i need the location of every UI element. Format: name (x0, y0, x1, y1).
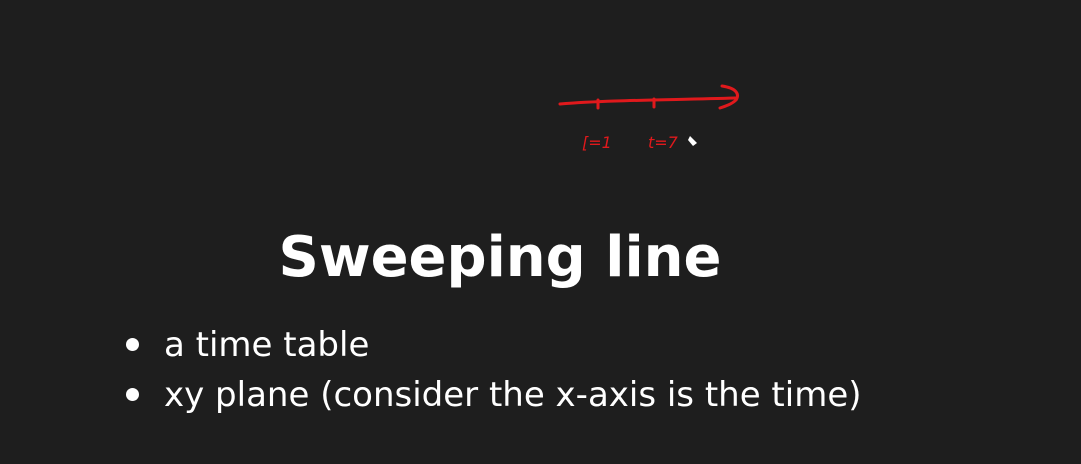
slide: [=1 t=7 Sweeping line a time table xy pl… (0, 0, 1081, 464)
timeline-label-2: t=7 (648, 133, 679, 152)
timeline-label-1: [=1 (582, 133, 612, 152)
bullet-item: xy plane (consider the x-axis is the tim… (122, 370, 862, 420)
bullet-list: a time table xy plane (consider the x-ax… (122, 320, 862, 420)
bullet-text: a time table (164, 325, 370, 365)
bullet-dot-icon (126, 388, 139, 401)
bullet-dot-icon (126, 338, 139, 351)
bullet-item: a time table (122, 320, 862, 370)
bullet-text: xy plane (consider the x-axis is the tim… (164, 375, 862, 415)
pen-cursor-icon (688, 136, 697, 146)
handwritten-timeline-annotation: [=1 t=7 (558, 84, 739, 152)
timeline-arrow-line (558, 96, 737, 106)
slide-title: Sweeping line (278, 225, 722, 290)
